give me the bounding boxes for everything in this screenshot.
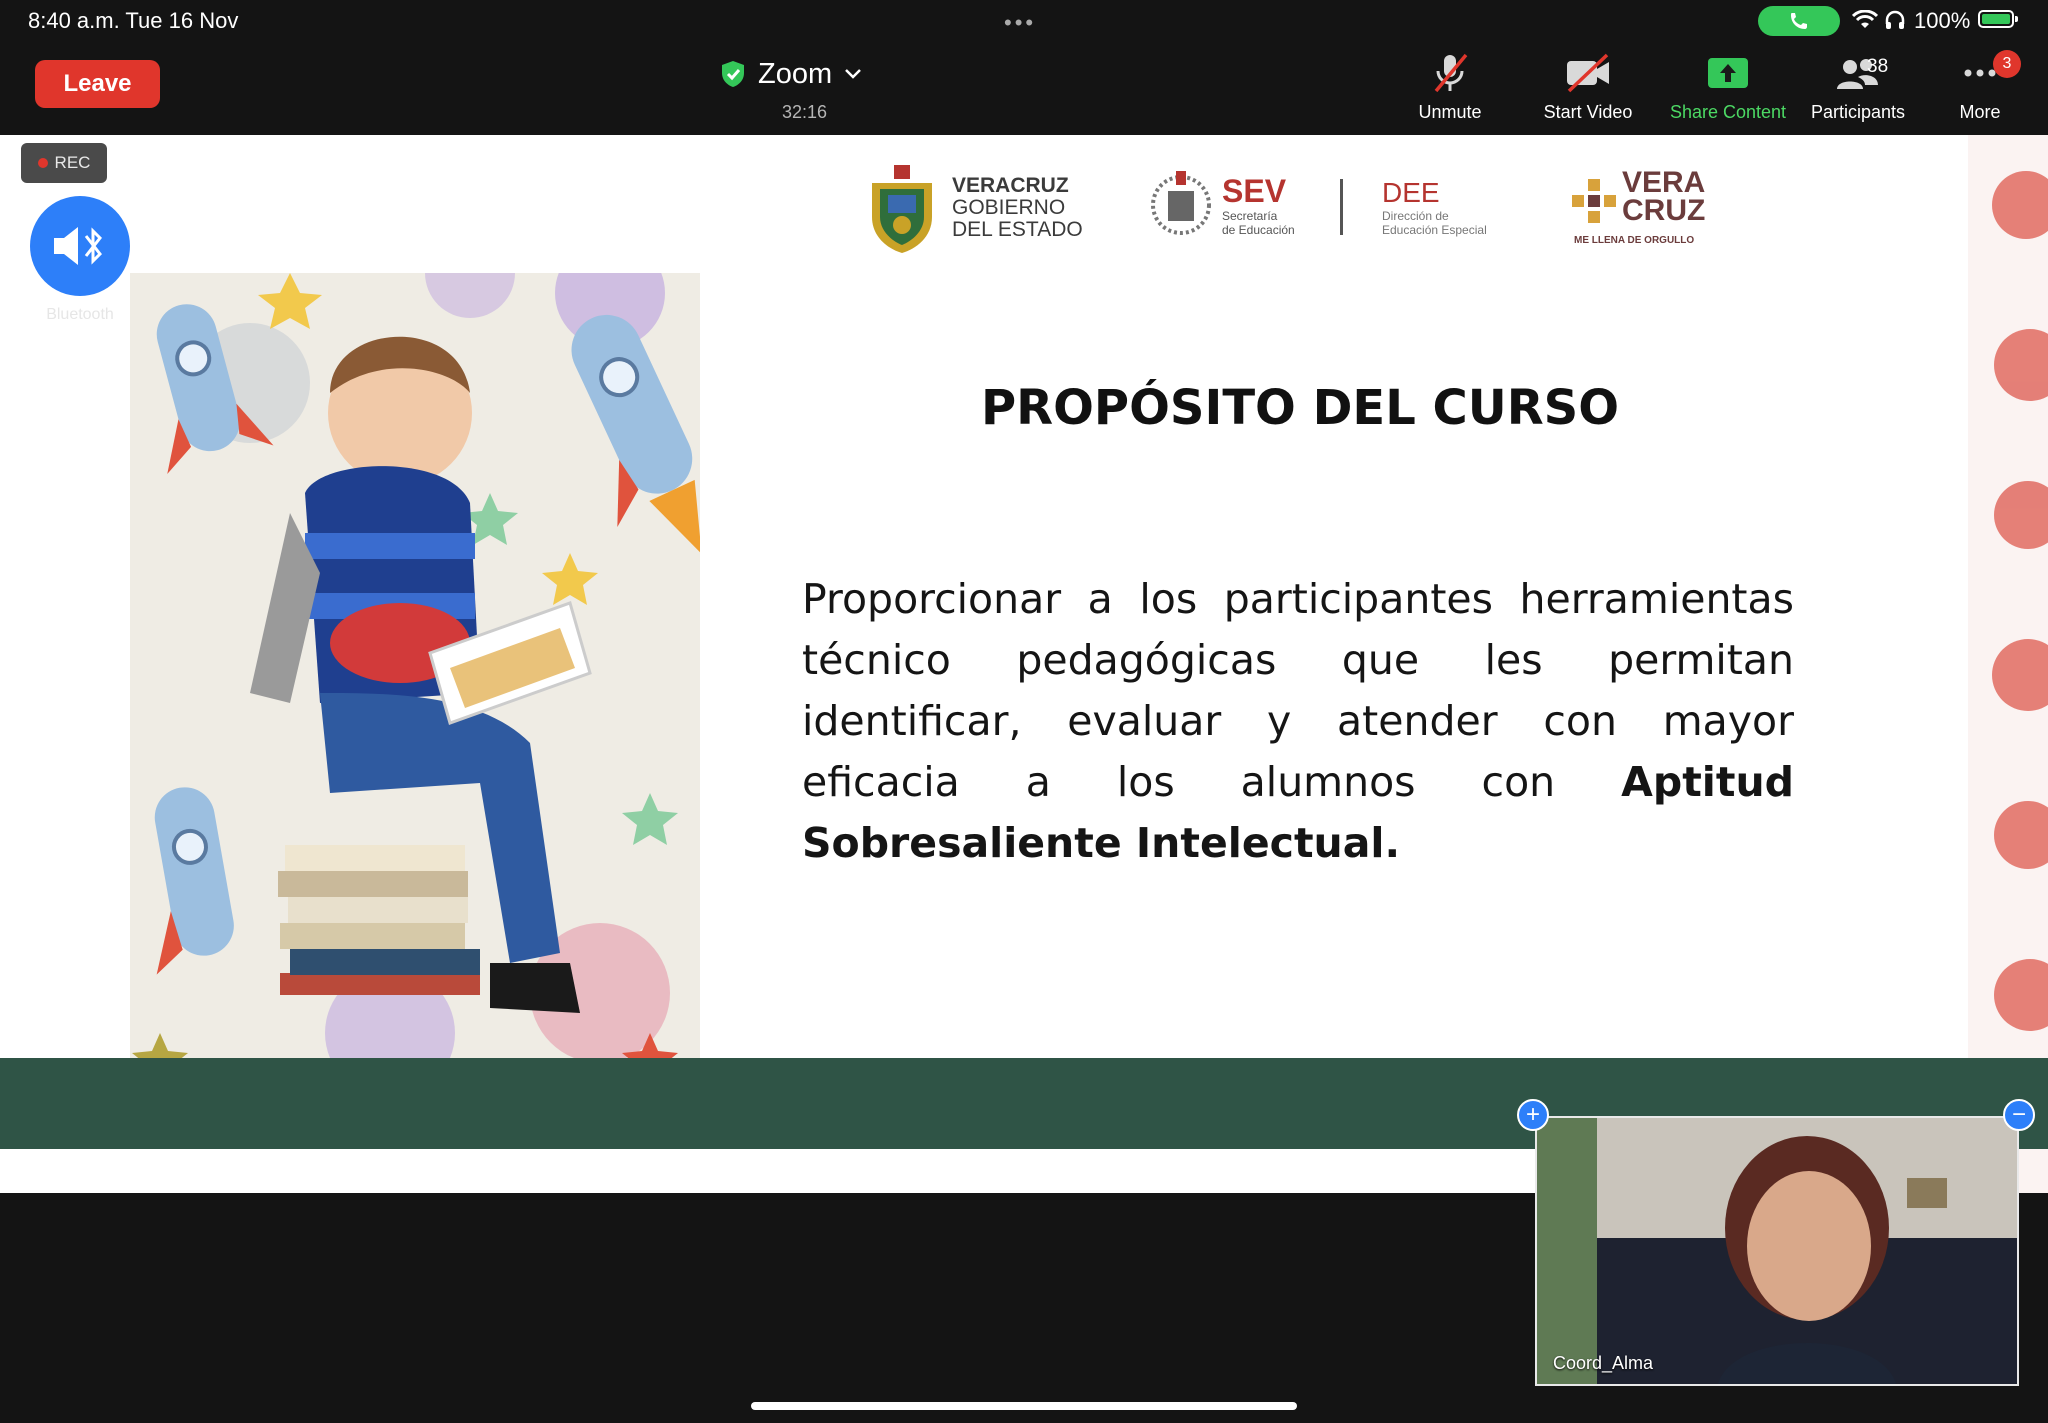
unmute-label: Unmute [1418,102,1482,122]
veracruz-gobierno-logo-text: VERACRUZ GOBIERNO DEL ESTADO [952,174,1083,241]
participant-video-tile[interactable]: Coord_Alma [1535,1116,2019,1386]
meeting-timer: 32:16 [782,102,828,122]
wifi-icon [1852,10,1878,28]
bluetooth-audio-button[interactable] [30,196,130,296]
veracruz-orgullo-logo-text: VERA CRUZ [1622,166,1706,227]
meeting-name: Zoom [758,57,833,90]
tile-minimize-button[interactable]: − [2003,1099,2035,1131]
sev-logo-text: SEV [1222,173,1287,209]
more-label: More [1959,102,2001,122]
sev-emblem-logo [1151,171,1211,235]
status-bar: 8:40 a.m. Tue 16 Nov ••• 100% [0,0,2048,42]
share-content-button[interactable]: Share Content [1653,50,1803,130]
meeting-toolbar: Leave Zoom 32:16 Unmute Start Video Shar… [0,42,2048,135]
sev-logo-subtitle: Secretaría de Educación [1222,209,1295,237]
veracruz-pattern-logo [1572,179,1616,223]
phone-icon [1791,13,1807,29]
slide-title: PROPÓSITO DEL CURSO [980,380,1620,436]
veracruz-orgullo-tagline: ME LLENA DE ORGULLO [1574,235,1695,246]
battery-percent: 100% [1914,8,1971,33]
child-reading-image [130,273,700,1077]
more-notification-badge: 3 [1993,50,2021,78]
dee-logo-subtitle: Dirección de Educación Especial [1382,209,1487,237]
headphones-icon [1885,10,1905,29]
record-dot-icon [37,158,48,168]
video-off-icon [1567,53,1609,93]
microphone-muted-icon [1434,53,1468,93]
slide-body-text: Proporcionar a los participantes herrami… [802,569,1794,874]
share-content-label: Share Content [1669,102,1787,122]
home-indicator[interactable] [751,1402,1297,1410]
veracruz-coat-of-arms-logo [872,165,932,253]
start-video-label: Start Video [1543,102,1633,122]
tile-expand-button[interactable]: + [1517,1099,1549,1131]
meeting-title[interactable]: Zoom [720,56,862,92]
speaker-bluetooth-icon [54,227,102,265]
shield-check-icon [722,61,744,87]
recording-badge[interactable]: REC [21,143,107,183]
slide-logos: VERACRUZ GOBIERNO DEL ESTADO SEV Secreta… [860,165,1710,255]
participant-name: Coord_Alma [1553,1353,1654,1373]
slide-decorative-border [1968,135,2048,1193]
start-video-button[interactable]: Start Video [1513,50,1663,130]
multitasking-dots-icon[interactable]: ••• [1004,10,1036,36]
dee-logo-text: DEE [1382,177,1440,208]
battery-charging-icon [1978,10,2018,28]
more-button[interactable]: 3 More [1905,50,2048,130]
child-reading-illustration [130,273,700,1077]
logo-divider [1340,179,1343,235]
bluetooth-label: Bluetooth [46,306,114,323]
chevron-down-icon [845,69,862,79]
recording-label: REC [54,153,91,172]
participants-count: 38 [1867,56,1889,77]
leave-button[interactable]: Leave [35,60,160,108]
share-screen-icon [1708,58,1748,88]
participant-video-feed [1537,1118,2017,1384]
status-time: 8:40 a.m. Tue 16 Nov [28,8,239,33]
unmute-button[interactable]: Unmute [1375,50,1525,130]
active-call-pill[interactable] [1758,6,1840,36]
shared-slide: VERACRUZ GOBIERNO DEL ESTADO SEV Secreta… [0,135,2048,1193]
